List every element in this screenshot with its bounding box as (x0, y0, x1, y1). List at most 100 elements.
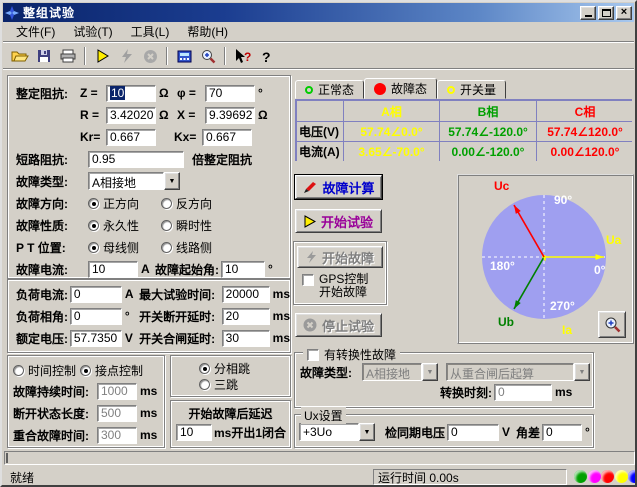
rated-voltage-label: 额定电压: (16, 330, 70, 347)
chevron-down-icon[interactable]: ▼ (359, 423, 375, 441)
max-time-label: 最大试验时间: (139, 286, 222, 303)
voltage-a-cell: 57.74∠0.0° (344, 122, 439, 141)
save-button[interactable] (32, 45, 56, 67)
app-icon (5, 6, 19, 20)
phi-unit: ° (258, 86, 263, 100)
fault-type-row: 故障类型: A相接地 ▼ (8, 170, 290, 192)
print-button[interactable] (56, 45, 80, 67)
about-button[interactable]: ? (254, 45, 278, 67)
minimize-button[interactable] (580, 6, 596, 20)
stop-test-button[interactable]: 停止试验 (295, 313, 382, 337)
window-title: 整组试验 (23, 4, 75, 21)
zoom-tool-button[interactable] (196, 45, 220, 67)
ux-select[interactable]: +3Uo ▼ (299, 423, 375, 441)
play-icon (304, 215, 316, 228)
angle-270-label: 270° (550, 299, 575, 313)
maximize-button[interactable] (598, 6, 614, 20)
z-unit: Ω (159, 86, 177, 100)
direction-reverse-radio[interactable] (161, 198, 172, 209)
yellow-circle-icon (447, 86, 455, 94)
r-input[interactable]: 3.42020 (106, 107, 156, 124)
fault-current-input[interactable]: 10 (88, 261, 138, 278)
nature-permanent-radio[interactable] (88, 220, 99, 231)
load-current-label: 负荷电流: (16, 286, 70, 303)
three-trip-radio[interactable] (199, 379, 210, 390)
x-label: X = (177, 108, 205, 122)
start-fault-group: 开始故障 GPS控制 开始故障 (293, 241, 387, 305)
row-label-voltage: 电压(V) (297, 122, 343, 141)
close-button[interactable]: × (616, 6, 632, 20)
status-led (574, 470, 587, 483)
fault-calc-button[interactable]: 故障计算 (295, 175, 382, 199)
current-a-cell: 3.65∠-70.0° (344, 142, 439, 161)
menu-test[interactable]: 试验(T) (64, 21, 121, 42)
progress-tick (6, 453, 8, 463)
nature-transient-radio[interactable] (161, 220, 172, 231)
control-mode-row: 时间控制 接点控制 (8, 360, 164, 380)
fault-direction-row: 故障方向: 正方向 反方向 (8, 192, 290, 214)
fault-type-select[interactable]: A相接地 ▼ (88, 172, 180, 190)
open-length-label: 断开状态长度: (13, 405, 97, 422)
phase-trip-radio[interactable] (199, 363, 210, 374)
angle-diff-input[interactable]: 0 (542, 424, 582, 441)
delay-input[interactable]: 10 (176, 424, 212, 441)
start-test-button[interactable]: 开始试验 (295, 209, 382, 233)
start-fault-tool-button[interactable] (114, 45, 138, 67)
stop-test-tool-button[interactable] (138, 45, 162, 67)
open-delay-input[interactable]: 20 (222, 308, 270, 325)
direction-forward-radio[interactable] (88, 198, 99, 209)
convert-type-row: 故障类型: A相接地 ▼ 从重合闸后起算 ▼ (295, 362, 593, 382)
phasor-diagram: 90° 180° 270° 0° Ua Uc Ub Ia (457, 174, 634, 344)
stop-circle-icon (143, 49, 158, 64)
sync-voltage-input[interactable]: 0 (447, 424, 499, 441)
calculator-button[interactable] (172, 45, 196, 67)
z-input[interactable]: 10 (106, 85, 156, 102)
angle-90-label: 90° (554, 193, 572, 207)
convertible-fault-checkbox[interactable] (307, 349, 319, 361)
save-icon (37, 49, 51, 63)
progress-bar (4, 451, 635, 465)
kr-kx-row: Kr= 0.667 Kx= 0.667 (8, 126, 290, 148)
kx-input[interactable]: 0.667 (202, 129, 252, 146)
x-input[interactable]: 9.39692 (205, 107, 255, 124)
phi-label: φ = (177, 86, 205, 100)
delay-value-row: 10 ms开出1闭合 (171, 421, 290, 443)
phasor-zoom-button[interactable] (598, 311, 626, 338)
menu-file[interactable]: 文件(F) (7, 21, 64, 42)
contact-control-radio[interactable] (80, 365, 91, 376)
gps-control-checkbox[interactable] (302, 274, 314, 286)
load-current-input[interactable]: 0 (70, 286, 122, 303)
rated-voltage-input[interactable]: 57.7350 (70, 330, 122, 347)
short-circuit-input[interactable]: 0.95 (88, 151, 184, 168)
time-control-radio[interactable] (13, 365, 24, 376)
magnifier-icon (201, 49, 216, 64)
toolbar: ? ? (3, 44, 634, 69)
ux-settings-box: Ux设置 +3Uo ▼ 检同期电压 0 V 角差 0 ° (294, 414, 594, 448)
start-test-tool-button[interactable] (90, 45, 114, 67)
short-circuit-suffix: 倍整定阻抗 (192, 151, 252, 168)
menu-tools[interactable]: 工具(L) (122, 21, 179, 42)
max-time-input[interactable]: 20000 (222, 286, 270, 303)
open-button[interactable] (8, 45, 32, 67)
ua-vector-label: Ua (606, 233, 621, 247)
open-folder-icon (11, 49, 29, 63)
red-circle-icon (374, 83, 386, 95)
start-angle-input[interactable]: 10 (221, 261, 265, 278)
chevron-down-icon[interactable]: ▼ (164, 172, 180, 190)
menu-help[interactable]: 帮助(H) (178, 21, 237, 42)
context-help-button[interactable]: ? (230, 45, 254, 67)
convert-time-label: 转换时刻: (440, 384, 492, 401)
pt-line-radio[interactable] (161, 242, 172, 253)
kr-label: Kr= (80, 130, 106, 144)
tab-normal-state[interactable]: 正常态 (295, 80, 364, 99)
pt-bus-radio[interactable] (88, 242, 99, 253)
fault-type-label: 故障类型: (16, 173, 88, 190)
close-delay-input[interactable]: 30 (222, 330, 270, 347)
tab-fault-state[interactable]: 故障态 (364, 78, 437, 99)
kr-input[interactable]: 0.667 (106, 129, 156, 146)
tab-switch-state[interactable]: 开关量 (437, 80, 506, 99)
start-fault-button[interactable]: 开始故障 (297, 246, 383, 268)
phi-input[interactable]: 70 (205, 85, 255, 102)
load-angle-input[interactable]: 0 (70, 308, 122, 325)
voltage-b-cell: 57.74∠-120.0° (440, 122, 536, 141)
